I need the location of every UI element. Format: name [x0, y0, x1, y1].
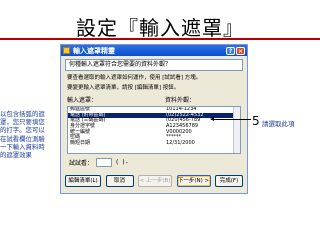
instruction-text-1: 要查看選取的輸入遮罩如何運作，使用 [試試看] 方塊。 [67, 75, 202, 81]
try-it-label: 試試看： [69, 160, 94, 167]
title-divider [0, 38, 320, 40]
step-number: 5 [252, 114, 260, 128]
close-icon[interactable]: × [236, 46, 245, 55]
instruction-text-2: 要變更輸入遮罩清單，請按 [編輯清單] 按鈕。 [67, 85, 180, 91]
dialog-title: 輸入遮罩精靈 [73, 46, 115, 55]
list-item[interactable]: 簡短日期 12/31/2000 [68, 140, 240, 147]
finish-button[interactable]: 完成(F) [215, 175, 243, 187]
next-button[interactable]: 下一步(N) > [176, 175, 211, 187]
help-icon[interactable]: ? [226, 46, 235, 55]
mask-sample: 12/31/2000 [166, 140, 195, 147]
edit-list-button[interactable]: 編輯清單(L) [65, 175, 101, 187]
wizard-icon [63, 47, 70, 54]
slide-title: 設定『輸入遮罩』 [76, 16, 244, 40]
instruction-box: 何種輸入遮罩符合您需要的資料外觀？ [65, 59, 243, 71]
wizard-button-row: 編輯清單(L) 取消 < 上一步(B) 下一步(N) > 完成(F) [65, 175, 243, 187]
list-scrollbar[interactable] [233, 107, 240, 153]
pointer-arrow [210, 117, 251, 121]
back-button[interactable]: < 上一步(B) [138, 175, 172, 187]
try-it-row: 試試看： ( )- [69, 158, 241, 167]
input-mask-list[interactable]: 郵遞區號 10114-1234 電話 (附帶區碼) (02)2522-4532 … [67, 106, 241, 154]
mask-list-header: 輸入遮罩： 資料外觀： [67, 95, 241, 104]
cancel-button[interactable]: 取消 [105, 175, 134, 187]
try-it-mask-preview: ( )- [116, 159, 129, 166]
left-annotation: 以包含括弧的遮罩，您只要填您的打字。您可以在試看欄位測驗一下輸入資料時的遮罩效果 [0, 110, 45, 160]
column-header-data: 資料外觀： [165, 97, 196, 104]
mask-name: 簡短日期 [70, 140, 91, 147]
column-header-mask: 輸入遮罩： [67, 97, 98, 104]
dialog-titlebar[interactable]: 輸入遮罩精靈 ? × [61, 45, 247, 56]
step-annotation: 請選取此項 [262, 120, 295, 128]
try-it-input[interactable] [96, 158, 113, 167]
